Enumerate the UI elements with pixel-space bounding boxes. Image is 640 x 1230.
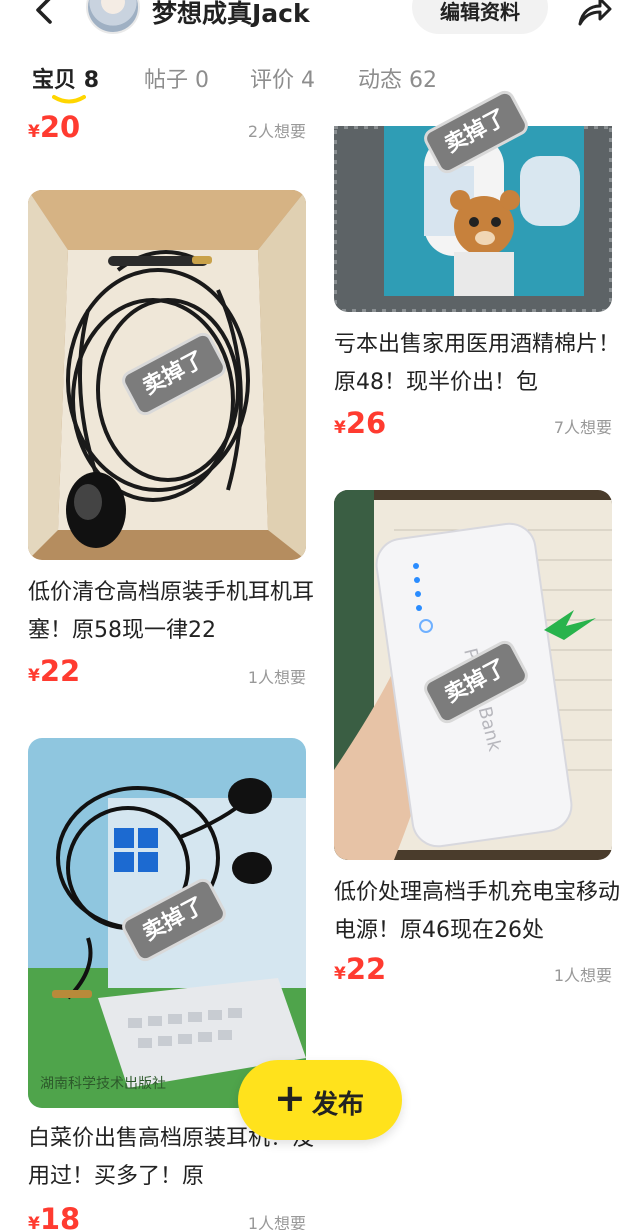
item-price: ¥22 (334, 952, 387, 986)
user-name: 梦想成真Jack (152, 0, 310, 28)
sold-stamp: 卖掉了 (118, 875, 252, 965)
tab-posts[interactable]: 帖子 0 (144, 62, 209, 94)
sold-stamp: 卖掉了 (420, 637, 554, 727)
item-card-powerbank[interactable]: Power Bank 卖掉了 低价处理高档手机充电宝移动电源！原46现在26处 … (334, 490, 620, 990)
partial-item-card[interactable]: ¥20 2人想要 (28, 112, 306, 142)
tab-reviews[interactable]: 评价 4 (250, 62, 315, 94)
top-bar: 梦想成真Jack 编辑资料 (0, 0, 640, 40)
item-price: ¥22 (28, 654, 81, 688)
item-price: ¥18 (28, 1202, 81, 1230)
partial-price: ¥20 (28, 112, 81, 142)
item-wants: 1人想要 (247, 1214, 306, 1230)
back-arrow-icon (36, 0, 52, 24)
watermark-text: 湖南科学技术出版社 (40, 1076, 166, 1092)
tab-activity[interactable]: 动态 62 (358, 62, 437, 94)
profile-tabs: 宝贝 8 帖子 0 评价 4 动态 62 (0, 58, 640, 108)
item-wants: 7人想要 (553, 418, 612, 437)
edit-profile-button[interactable]: 编辑资料 (412, 0, 548, 34)
item-title: 亏本出售家用医用酒精棉片！原48！现半价出！包 (334, 332, 621, 395)
item-price: ¥26 (334, 406, 387, 440)
sold-stamp: 卖掉了 (420, 87, 554, 177)
item-card-alcohol-pads[interactable]: 卖掉了 亏本出售家用医用酒精棉片！原48！现半价出！包 ¥26 7人想要 (334, 87, 620, 546)
share-arrow-icon (578, 0, 612, 26)
item-card-earphones-keyboard[interactable]: 湖南科学技术出版社 卖掉了 白菜价出售高档原装耳机！没用过！买多了！原 ¥18 … (28, 738, 314, 1230)
item-card-earphones-box[interactable]: 卖掉了 低价清仓高档原装手机耳机耳塞！原58现一律22 ¥22 1人想要 (28, 190, 314, 700)
item-wants: 1人想要 (247, 668, 306, 687)
publish-button[interactable]: + 发布 (238, 1060, 402, 1140)
tab-active-underline (52, 95, 86, 104)
sold-stamp: 卖掉了 (118, 329, 252, 419)
partial-wants: 2人想要 (247, 122, 306, 141)
plus-icon: + (274, 1076, 306, 1120)
item-title: 低价处理高档手机充电宝移动电源！原46现在26处 (334, 880, 621, 943)
tab-items[interactable]: 宝贝 8 (32, 62, 99, 94)
share-button[interactable] (574, 0, 614, 34)
item-title: 低价清仓高档原装手机耳机耳塞！原58现一律22 (28, 580, 315, 643)
back-button[interactable] (26, 0, 66, 34)
item-wants: 1人想要 (553, 966, 612, 985)
publish-label: 发布 (312, 1090, 365, 1120)
avatar[interactable] (86, 0, 140, 34)
